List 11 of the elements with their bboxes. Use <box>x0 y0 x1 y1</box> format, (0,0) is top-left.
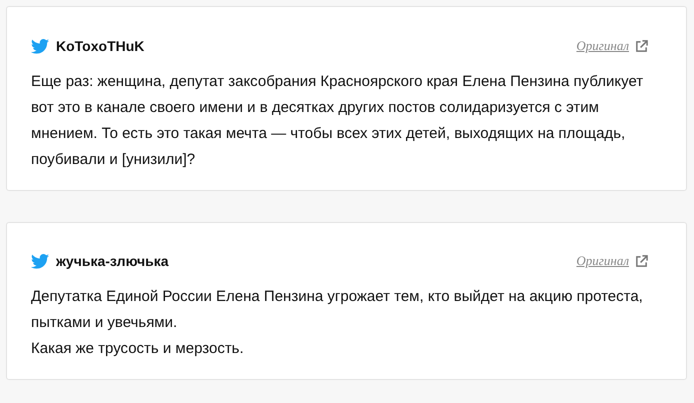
bird-icon <box>31 254 49 268</box>
author-name: KoToxoTHuK <box>56 38 144 54</box>
post-text: Какая же трусость и мерзость. <box>31 339 245 359</box>
post-text: Еще раз: женщина, депутат заксобрания Красноярского края Елена Пензина публикует вот это в канале своего имени и в десятках других постов солидаризуется с этим мнением. То есть это такая мечта — чтобы всех этих детей, выходящих на площадь, поубивали и [унизили]? <box>31 72 644 170</box>
original-link[interactable]: Оригинал <box>576 253 629 269</box>
original-link[interactable]: Оригинал <box>576 38 629 54</box>
post-text: Депутатка Единой России Елена Пензина угрожает тем, кто выйдет на акцию протеста, пытками и увечьями. <box>31 287 644 333</box>
external-link-icon[interactable] <box>635 40 648 52</box>
bird-icon <box>31 38 49 54</box>
external-link-icon[interactable] <box>635 254 648 268</box>
author-name: жучька-злючька <box>56 253 169 269</box>
